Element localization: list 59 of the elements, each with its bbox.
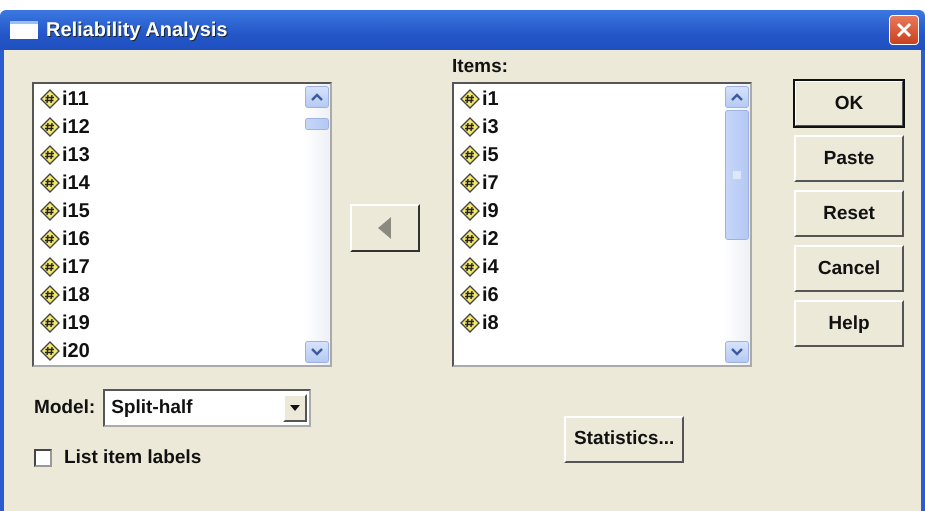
scrollbar[interactable]	[724, 84, 750, 365]
dialog-button[interactable]: OK	[794, 80, 904, 127]
variable-item[interactable]: i20	[40, 337, 304, 365]
scroll-thumb[interactable]	[725, 110, 749, 240]
scale-variable-icon	[40, 341, 60, 361]
window-title: Reliability Analysis	[46, 18, 229, 42]
scale-variable-icon	[460, 313, 480, 333]
close-icon[interactable]	[896, 22, 912, 38]
scale-variable-icon	[460, 229, 480, 249]
variable-item[interactable]: i8	[460, 309, 724, 337]
close-button[interactable]	[889, 15, 919, 45]
variable-item[interactable]: i13	[40, 141, 304, 169]
variable-item[interactable]: i16	[40, 225, 304, 253]
scale-variable-icon	[460, 285, 480, 305]
move-button[interactable]	[350, 204, 420, 252]
scale-variable-icon	[40, 145, 60, 165]
checkbox-label: List item labels	[64, 447, 202, 469]
variable-item[interactable]: i11	[40, 85, 304, 113]
scrollbar[interactable]	[304, 84, 330, 365]
variable-item[interactable]: i5	[460, 141, 724, 169]
dialog-button[interactable]: Paste	[794, 135, 904, 182]
model-label: Model:	[34, 397, 96, 419]
variable-item[interactable]: i2	[460, 225, 724, 253]
scroll-thumb[interactable]	[305, 118, 329, 130]
scale-variable-icon	[40, 229, 60, 249]
scale-variable-icon	[460, 145, 480, 165]
model-dropdown[interactable]: Split-half	[103, 389, 312, 427]
scale-variable-icon	[40, 117, 60, 137]
items-label: Items:	[452, 55, 509, 79]
variable-item[interactable]: i14	[40, 169, 304, 197]
scale-variable-icon	[460, 89, 480, 109]
scale-variable-icon	[40, 257, 60, 277]
scale-variable-icon	[460, 173, 480, 193]
scale-variable-icon	[40, 89, 60, 109]
variable-item[interactable]: i12	[40, 113, 304, 141]
variable-item[interactable]: i3	[460, 113, 724, 141]
variable-item[interactable]: i4	[460, 253, 724, 281]
variable-item[interactable]: i6	[460, 281, 724, 309]
dialog-button[interactable]: Reset	[794, 190, 904, 237]
checkbox[interactable]	[34, 449, 52, 467]
dropdown-arrow-icon[interactable]	[290, 405, 300, 411]
scale-variable-icon	[460, 257, 480, 277]
scale-variable-icon	[40, 285, 60, 305]
scale-variable-icon	[40, 313, 60, 333]
statistics-button[interactable]: Statistics...	[564, 416, 684, 462]
dialog-button[interactable]: Cancel	[794, 245, 904, 292]
scale-variable-icon	[460, 117, 480, 137]
variable-item[interactable]: i9	[460, 197, 724, 225]
scale-variable-icon	[460, 201, 480, 221]
window-icon	[10, 21, 38, 39]
scale-variable-icon	[40, 201, 60, 221]
scale-variable-icon	[40, 173, 60, 193]
variable-item[interactable]: i18	[40, 281, 304, 309]
variable-item[interactable]: i1	[460, 85, 724, 113]
dialog-button[interactable]: Help	[794, 300, 904, 347]
variable-item[interactable]: i15	[40, 197, 304, 225]
variable-item[interactable]: i7	[460, 169, 724, 197]
variable-item[interactable]: i19	[40, 309, 304, 337]
variable-item[interactable]: i17	[40, 253, 304, 281]
